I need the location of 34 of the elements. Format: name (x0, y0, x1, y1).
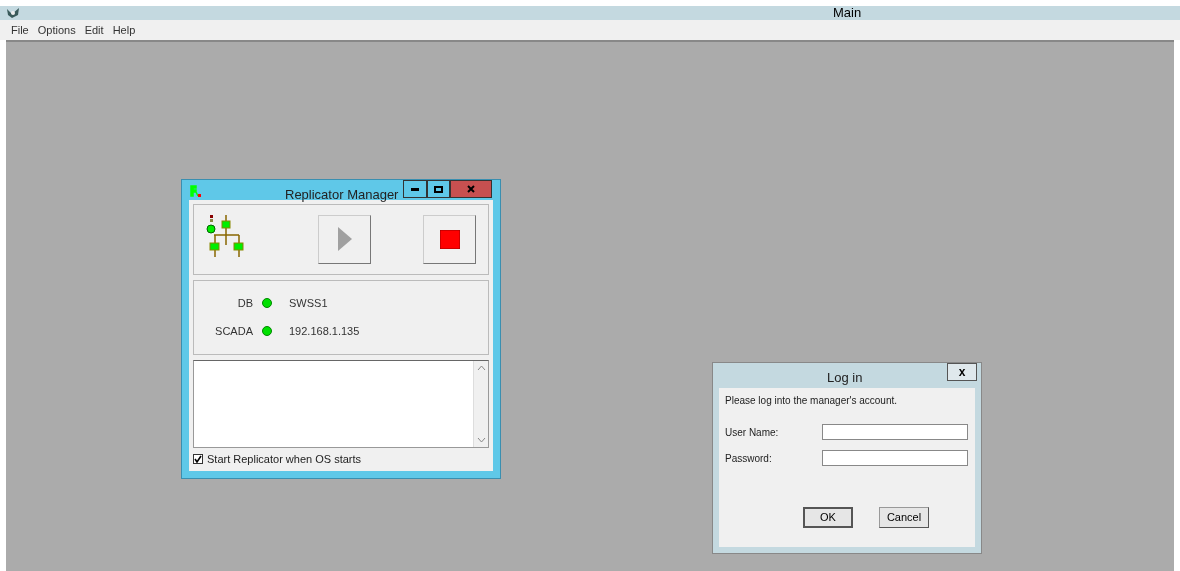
status-value: 192.168.1.135 (289, 324, 360, 339)
menu-item[interactable]: Options (37, 21, 76, 39)
app-logo-icon (190, 185, 201, 197)
field-label: Password: (725, 451, 772, 466)
input-field[interactable] (822, 450, 968, 466)
status-label: SCADA (214, 324, 253, 339)
minimize-icon (411, 187, 419, 191)
close-button[interactable]: x (947, 363, 977, 381)
network-tree-icon (206, 214, 246, 257)
menu-item[interactable]: Edit (84, 21, 104, 39)
input-field[interactable] (822, 424, 968, 440)
window-title: Main (833, 4, 862, 22)
close-button[interactable] (450, 180, 492, 198)
maximize-button[interactable] (427, 180, 450, 198)
minimize-button[interactable] (403, 180, 427, 198)
cancel-button[interactable]: Cancel (879, 507, 929, 528)
status-label: DB (236, 295, 253, 311)
ok-button[interactable]: OK (803, 507, 853, 528)
status-value: SWSS1 (289, 295, 328, 311)
menu-item[interactable]: Help (112, 21, 136, 39)
start-button[interactable] (318, 214, 371, 264)
play-icon (337, 227, 352, 251)
message-text: Please log into the manager's account. (725, 394, 899, 408)
dialog-title: Log in (827, 369, 863, 387)
stop-icon (439, 229, 460, 249)
window-title: Replicator Manager (285, 186, 399, 204)
close-icon (467, 185, 475, 193)
checkbox-label: Start Replicator when OS starts (207, 451, 362, 467)
menu-item[interactable]: File (11, 21, 29, 39)
field-label: User Name: (725, 425, 779, 440)
app-icon (6, 7, 20, 19)
stop-button[interactable] (423, 214, 476, 264)
maximize-icon (434, 185, 443, 193)
checkbox[interactable] (193, 453, 203, 464)
